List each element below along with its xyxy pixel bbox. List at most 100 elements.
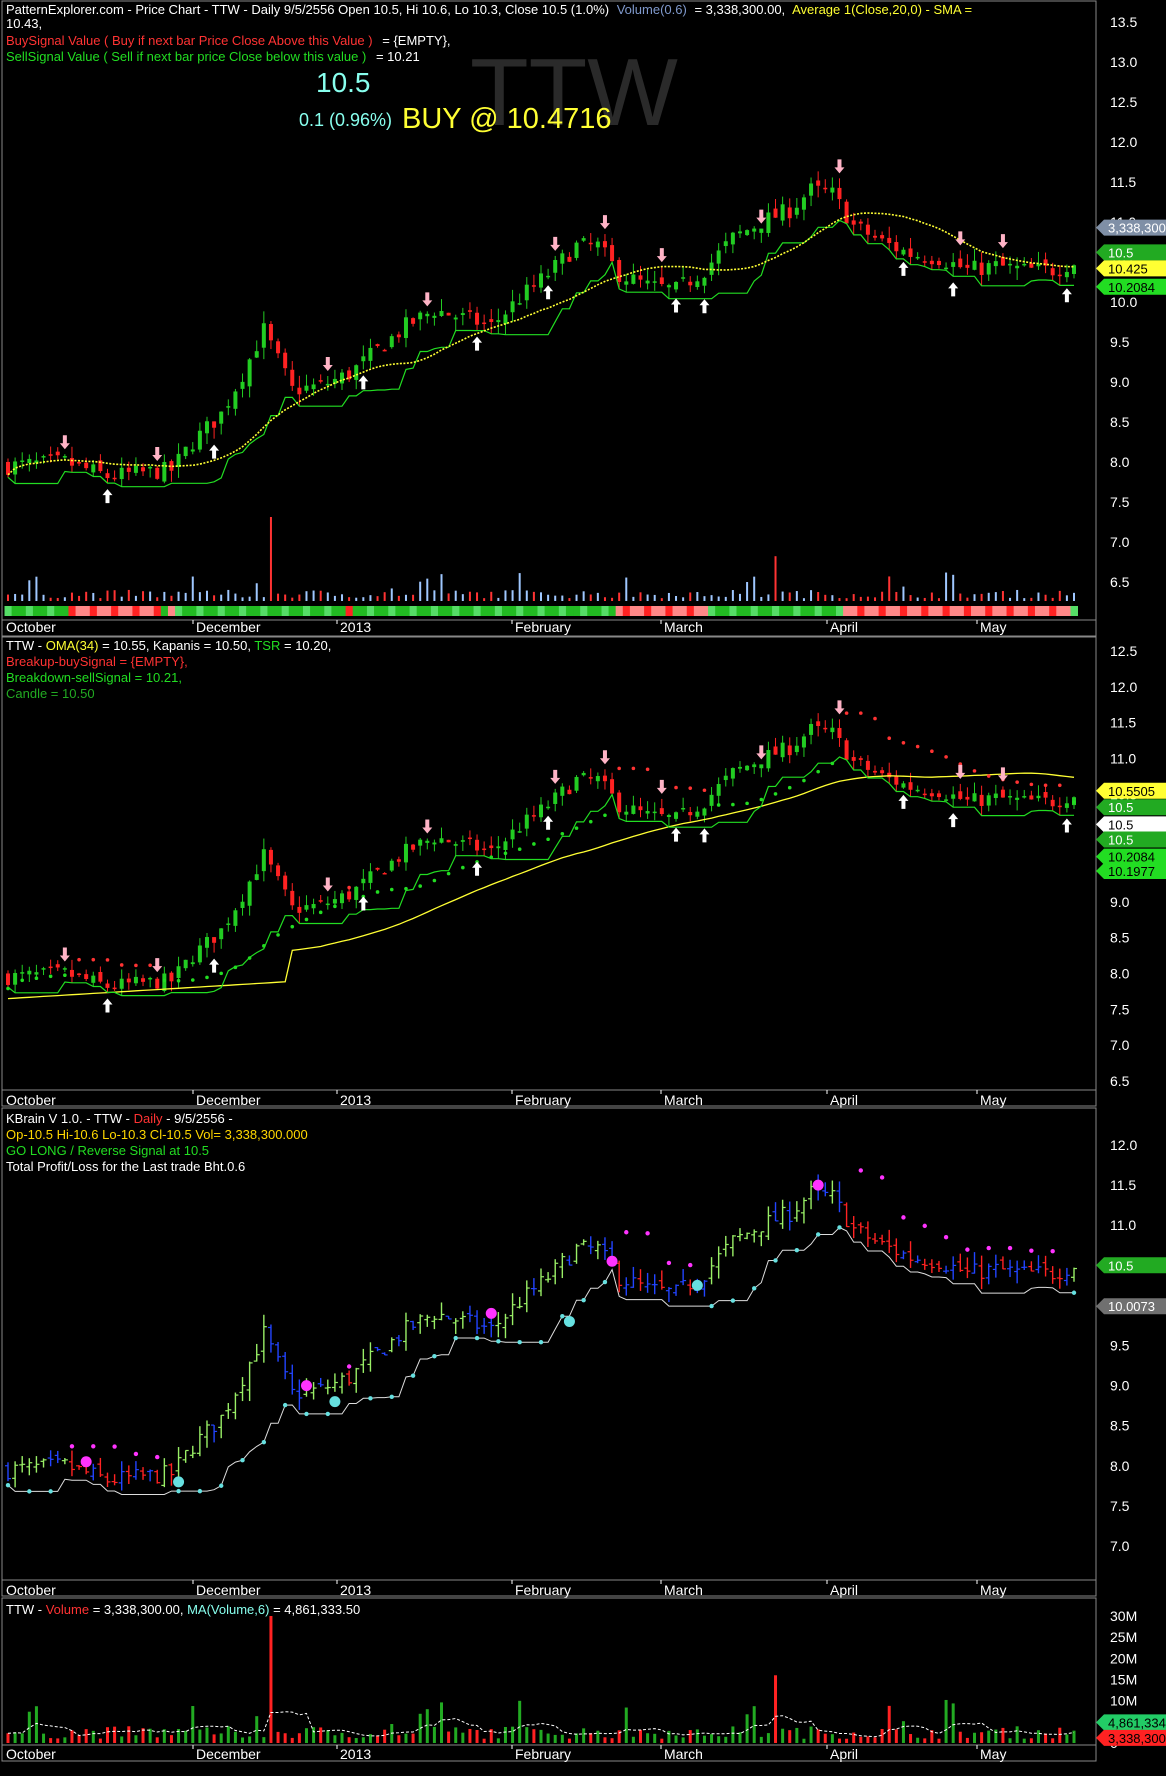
panel1-trend-band [1027,606,1036,616]
panel2-kapanis-dot [1072,800,1076,804]
panel1-trend-band [239,606,247,616]
panel4-volume-bar [397,1735,401,1743]
panel4-volume-bar [411,1733,415,1743]
panel4-volume-bar [42,1733,46,1743]
panel2-xtick: October [6,1092,56,1108]
panel2-candle-body [674,812,679,819]
panel1-trend-band [359,606,368,616]
panel1-candle-body [546,275,551,278]
panel1-candle-body [460,313,465,315]
panel1-candle-body [133,465,138,473]
panel1-candle-body [780,204,785,221]
panel3-stop-dot [304,1411,309,1417]
panel3-stop-dot [1007,1245,1013,1251]
panel2-candle-body [453,844,458,846]
panel2-ytick: 8.0 [1110,966,1130,982]
panel2-candle-body [1057,805,1062,808]
panel3-stop-dot [48,1489,53,1494]
panel2-candle-body [304,905,309,910]
panel1-candle-body [212,421,217,428]
panel4-volume-bar [631,1736,635,1743]
panel1-candle-body [382,349,387,352]
panel4-volume-bar [532,1729,536,1743]
panel1-buy-arrow [898,261,909,276]
panel1-buy-arrow [671,298,682,313]
panel1-buy-arrow [699,299,710,314]
panel1-trend-band [878,606,887,616]
panel1-candle-body [631,274,636,284]
panel4-volume-bar [326,1730,330,1743]
panel1-candle-body [929,260,934,265]
panel2-sell-arrow [422,819,433,834]
panel4-volume-bar [745,1714,749,1743]
panel1-trend-band [942,606,951,616]
panel1-candle-body [1015,265,1020,269]
panel3-badge: 10.0073 [1096,1298,1166,1315]
panel1-trend-band [18,606,27,616]
panel1-trend-band [828,606,837,616]
panel2-candle-value: Candle = 10.50 [6,686,95,701]
panel2-candle-body [780,742,785,758]
panel1-sell-arrow [599,215,610,230]
panel1-candle-body [1064,271,1069,278]
panel2-badge-text: 10.2084 [1108,850,1155,865]
panel2-kapanis-dot [972,769,977,773]
panel1-buysignal-label: BuySignal Value ( Buy if next bar Price … [6,33,373,48]
panel4-volume-bar [653,1733,657,1743]
panel2-candle-body [297,906,302,913]
panel1-badge-text: 10.425 [1108,261,1148,276]
panel3-stop-dot [176,1488,181,1494]
panel3-stop-dot [773,1258,778,1263]
panel1-xtick: December [196,619,261,635]
panel4-volume-bar [1022,1738,1026,1743]
panel2-candle-body [176,966,181,978]
panel1-candle-body [69,458,74,466]
panel1-header-sma-value: 10.43, [6,16,42,31]
panel1-trend-band [999,606,1007,616]
panel1-volume-bar [248,596,251,601]
panel1-volume-bar [618,592,621,601]
panel4-volume-bar [695,1729,699,1743]
panel1-ytick: 11.5 [1110,174,1136,190]
panel2-candle-body [524,814,529,829]
panel2-kapanis-dot [48,974,53,979]
panel1-buy-arrow [948,282,959,297]
panel1-volume-bar [831,595,834,601]
panel1-volume-bar [696,592,699,601]
panel1-candle-body [816,180,821,186]
panel1-trend-band [835,606,844,616]
panel1-badge: 10.2084 [1096,278,1166,295]
panel1-trend-band [715,606,723,616]
panel1-volume-bar [568,598,571,601]
panel1-ytick: 12.0 [1110,134,1137,150]
panel2-breakup-signal: Breakup-buySignal = {EMPTY}, [6,654,188,669]
panel4-volume-bar [276,1731,280,1743]
panel2-header-oma-label: OMA(34) [46,638,99,653]
panel4-volume-bar [312,1727,316,1743]
panel1-volume-bar [945,572,948,601]
panel1-candle-body [887,237,892,243]
svg-text:KBrain V 1.0. - TTW -: KBrain V 1.0. - TTW - Daily - 9/5/2556 - [6,1111,233,1126]
panel2-kapanis-dot [773,792,778,796]
panel1-trend-band [871,606,880,616]
panel1-trend-band [68,606,76,616]
panel4-volume-bar [681,1737,685,1743]
panel2-candle-body [396,859,401,862]
panel2-candle-body [638,806,643,811]
panel3-signal: GO LONG / Reverse Signal at 10.5 [6,1143,209,1158]
panel1-trend-band [153,606,162,616]
panel1-volume-bar [163,591,166,601]
panel4-volume-bar [27,1711,31,1743]
panel1-trend-band [700,606,709,616]
panel2-header-oma-value: = 10.55, Kapanis = 10.50, [102,638,254,653]
panel1-volume-bar [930,592,933,601]
panel2-kapanis-dot [930,749,934,753]
panel1-sell-arrow [955,231,966,246]
panel1-trend-band [210,606,219,616]
panel1-candle-body [155,467,160,479]
panel1-volume-bar [461,594,464,601]
panel1-trend-band [551,606,560,616]
panel1-candle-body [112,477,117,480]
panel4-volume-bar [134,1735,138,1743]
panel2-candle-body [894,776,899,785]
